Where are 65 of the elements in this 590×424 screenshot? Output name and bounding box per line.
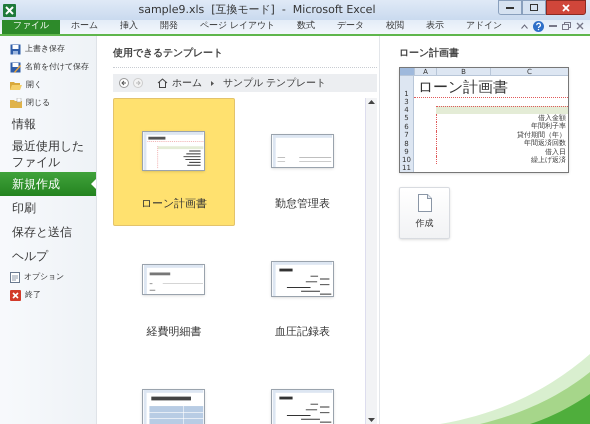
document-icon — [10, 272, 20, 282]
ribbon-tab[interactable]: 表示 — [414, 18, 455, 34]
sidebar-tab[interactable]: ヘルプ — [0, 244, 96, 268]
sidebar-tab[interactable]: 最近使用したファイル — [0, 136, 96, 172]
template-name: 経費明細書 — [146, 324, 202, 340]
template-name: ローン計画書 — [140, 196, 207, 212]
minimize-button[interactable] — [498, 0, 522, 15]
scroll-up-icon[interactable] — [368, 100, 375, 104]
section-heading: 使用できるテンプレート — [113, 46, 377, 68]
template-tile[interactable]: ローン計画書 — [113, 98, 234, 226]
breadcrumb-link[interactable]: サンプル テンプレート — [223, 76, 326, 90]
breadcrumb-link[interactable]: ホーム — [172, 76, 202, 90]
minimize-icon[interactable] — [549, 24, 557, 28]
folder-icon — [10, 98, 22, 108]
template-name: 血圧記録表 — [274, 324, 330, 340]
minimize-icon — [506, 6, 514, 8]
spreadsheet-thumbnail-drawing — [142, 264, 206, 294]
spreadsheet-thumbnail-drawing — [270, 261, 334, 297]
open-folder-icon — [10, 80, 22, 90]
sidebar-command[interactable]: 終了 — [0, 286, 96, 304]
pointer-icon — [91, 179, 96, 189]
sidebar-command[interactable]: 名前を付けて保存 — [0, 58, 96, 76]
sidebar-tab[interactable]: 保存と送信 — [0, 220, 96, 244]
ribbon-tab[interactable]: 開発 — [149, 18, 189, 34]
restore-icon[interactable] — [562, 22, 571, 30]
sidebar-command[interactable]: 上書き保存 — [0, 40, 96, 58]
window-title: sample9.xls [互換モード] - Microsoft Excel — [137, 2, 376, 18]
back-arrow-icon[interactable] — [119, 78, 129, 88]
preview-heading: ローン計画書 — [399, 46, 460, 61]
scroll-down-icon[interactable] — [368, 418, 375, 422]
chevron-right-icon — [211, 80, 214, 86]
ribbon-tab[interactable]: 挿入 — [109, 18, 149, 34]
create-button[interactable]: 作成 — [399, 187, 450, 239]
sidebar-tab[interactable]: 情報 — [0, 112, 96, 136]
sheet-title: ローン計画書 — [414, 76, 568, 98]
ribbon-tab[interactable]: ページ レイアウト — [189, 18, 286, 34]
ribbon-tab[interactable]: 数式 — [286, 18, 326, 34]
maximize-icon — [530, 4, 538, 11]
floppy-pencil-icon — [10, 62, 21, 72]
spreadsheet-thumbnail-drawing — [142, 389, 206, 424]
sidebar-command[interactable]: 閉じる — [0, 94, 96, 112]
select-all-corner — [400, 68, 414, 75]
ribbon-tab[interactable]: データ — [326, 18, 375, 34]
scrollbar[interactable] — [365, 98, 377, 424]
close-icon — [10, 290, 21, 300]
sidebar-command[interactable]: 開く — [0, 76, 96, 94]
template-name: 勤怠管理表 — [274, 196, 330, 212]
sidebar-command[interactable]: オプション — [0, 268, 96, 286]
ribbon-tab[interactable]: 校閲 — [374, 18, 415, 34]
close-icon[interactable] — [576, 22, 584, 30]
ribbon-tab[interactable]: アドイン — [454, 18, 513, 34]
help-icon[interactable] — [533, 20, 544, 32]
caret-up-icon[interactable] — [521, 24, 528, 28]
ribbon-tab[interactable]: ホーム — [60, 18, 109, 34]
sidebar-tab[interactable]: 印刷 — [0, 196, 96, 220]
excel-logo-icon — [3, 4, 16, 16]
document-icon — [418, 194, 432, 212]
close-button[interactable] — [546, 0, 586, 15]
spreadsheet-thumbnail-drawing — [270, 134, 334, 168]
maximize-button[interactable] — [522, 0, 546, 15]
close-icon — [562, 4, 570, 12]
sidebar-tab[interactable]: 新規作成 — [0, 172, 96, 196]
home-icon[interactable] — [157, 78, 168, 88]
spreadsheet-thumbnail-drawing — [270, 389, 334, 424]
spreadsheet-thumbnail-drawing — [142, 131, 206, 171]
